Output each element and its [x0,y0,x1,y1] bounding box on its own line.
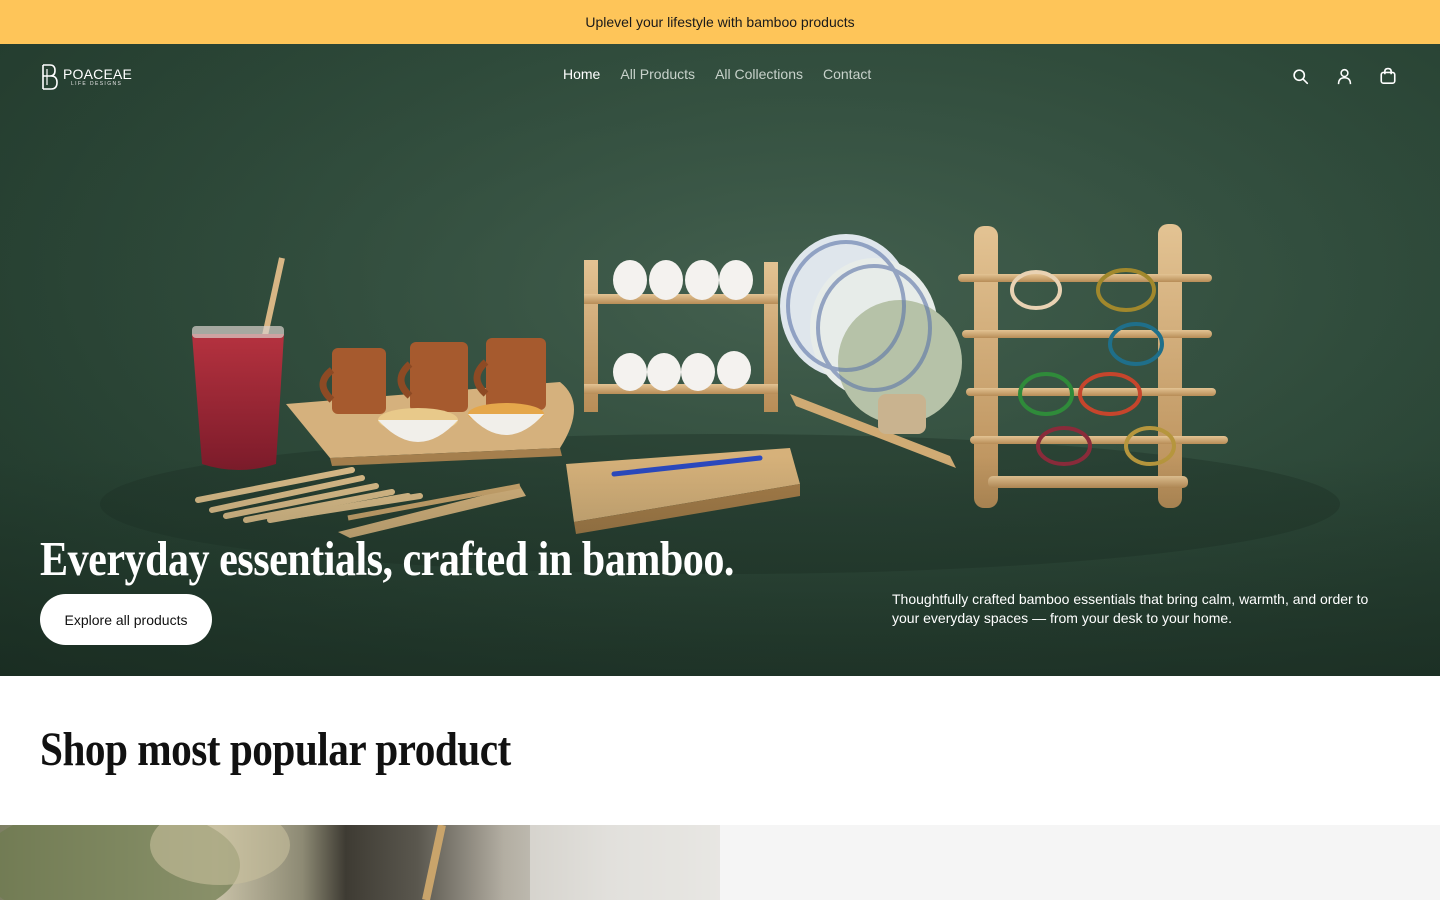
account-icon[interactable] [1334,65,1354,87]
nav-contact[interactable]: Contact [823,66,871,82]
explore-all-products-button[interactable]: Explore all products [40,594,212,645]
product-card-placeholder [720,825,1440,900]
announcement-text: Uplevel your lifestyle with bamboo produ… [585,14,855,30]
main-nav: Home All Products All Collections Contac… [563,66,871,82]
product-photo [0,825,720,900]
brand-logo[interactable]: POACEAE LIFE DESIGNS [40,62,136,92]
hero-banner: POACEAE LIFE DESIGNS Home All Products A… [0,44,1440,676]
nav-all-collections[interactable]: All Collections [715,66,803,82]
brand-wordmark: POACEAE LIFE DESIGNS [63,67,132,87]
search-icon[interactable] [1290,65,1310,87]
pb-monogram-icon [42,64,58,90]
site-header: POACEAE LIFE DESIGNS Home All Products A… [0,44,1440,110]
nav-all-products[interactable]: All Products [620,66,695,82]
hero-headline: Everyday essentials, crafted in bamboo. [40,531,734,586]
announcement-bar: Uplevel your lifestyle with bamboo produ… [0,0,1440,44]
product-card-image[interactable] [0,825,720,900]
nav-home[interactable]: Home [563,66,600,82]
brand-name: POACEAE [63,66,133,82]
header-actions [1290,65,1398,87]
popular-section-title: Shop most popular product [40,723,511,776]
hero-description: Thoughtfully crafted bamboo essentials t… [892,591,1369,626]
brand-tagline: LIFE DESIGNS [71,81,123,87]
cart-icon[interactable] [1378,65,1398,87]
